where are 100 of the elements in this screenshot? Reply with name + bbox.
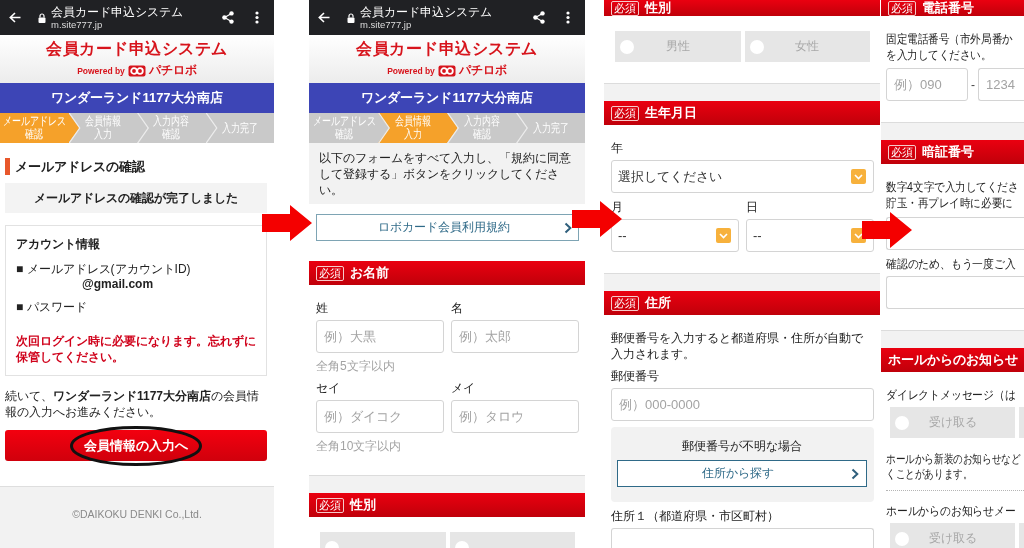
radio-circle-icon — [749, 39, 764, 54]
section-title: 電話番号 — [922, 0, 974, 16]
radio-circle-icon — [895, 415, 909, 430]
text-input[interactable]: 例）タロウ — [451, 400, 579, 433]
field-label: 郵便番号 — [611, 368, 660, 384]
radio-option[interactable] — [1019, 407, 1024, 438]
brand-name: パチロボ — [458, 63, 507, 78]
progress-step: 会員情報 入力 — [378, 113, 447, 143]
powered-by-text: Powered by — [77, 65, 125, 76]
hint-text: 全角5文字以内 — [316, 359, 396, 374]
text-input[interactable]: 例）太郎 — [451, 320, 579, 353]
more-options-icon[interactable] — [255, 11, 259, 24]
completion-notice: メールアドレスの確認が完了しました — [5, 183, 267, 213]
info-label: ■ パスワード — [16, 299, 88, 315]
arrow-right-icon — [862, 212, 912, 248]
hint-text: 全角10文字以内 — [316, 439, 403, 454]
arrow-right-icon — [572, 201, 622, 237]
section-title: 暗証番号 — [922, 144, 974, 160]
back-arrow-icon[interactable] — [9, 12, 21, 23]
required-badge: 必須 — [611, 105, 639, 121]
url-text: m.site777.jp — [360, 19, 412, 30]
more-options-icon[interactable] — [566, 11, 570, 24]
field-label: メイ — [451, 380, 476, 396]
radio-option[interactable] — [320, 532, 446, 548]
account-email: @gmail.com — [81, 277, 155, 291]
dropdown-select[interactable]: 選択してください — [611, 160, 874, 193]
field-label: ダイレクトメッセージ（は — [886, 387, 1016, 403]
text-input[interactable]: 例）大黒 — [316, 320, 444, 353]
store-banner: ワンダーランド1177大分南店 — [309, 83, 585, 113]
guide-text: 続いて、ワンダーランド1177大分南店の会員情報の入力へお進みください。 — [5, 388, 261, 420]
text-input[interactable]: 例）090 — [886, 68, 968, 101]
url-text: m.site777.jp — [51, 19, 103, 30]
text-input[interactable] — [886, 276, 1024, 309]
share-icon[interactable] — [222, 11, 234, 24]
arrow-right-icon — [262, 205, 312, 241]
info-label: ■ メールアドレス(アカウントID) — [16, 261, 192, 277]
site-title: 会員カード申込システム — [356, 39, 538, 59]
section-title: 住所 — [645, 295, 671, 311]
note-text: ホールから新装のお知らせなど くことがあります。 — [886, 452, 1021, 482]
text-input[interactable] — [886, 217, 1024, 250]
section-title: ホールからのお知らせ — [888, 352, 1018, 368]
text-input[interactable]: 1234 — [978, 68, 1024, 101]
field-label: セイ — [316, 380, 341, 396]
warning-text: 次回ログイン時に必要になります。忘れずに保管してください。 — [16, 333, 257, 365]
lookup-title: 郵便番号が不明な場合 — [681, 438, 803, 454]
copyright-text: ©DAIKOKU DENKI Co.,Ltd. — [72, 508, 202, 520]
site-title: 会員カード申込システム — [46, 39, 228, 59]
brand-name: パチロボ — [148, 63, 197, 78]
instruction-text: 以下のフォームをすべて入力し、「規約に同意して登録する」ボタンをクリックしてください。 — [309, 143, 585, 204]
dropdown-select[interactable]: -- — [746, 219, 874, 252]
text-input[interactable]: 例）ダイコク — [316, 400, 444, 433]
separator-text: - — [971, 77, 975, 92]
text-input[interactable]: 例）000-0000 — [611, 388, 874, 421]
radio-option[interactable] — [449, 532, 575, 548]
progress-step: メールアドレス 確認 — [0, 113, 69, 143]
page-title: 会員カード申込システム — [360, 5, 492, 19]
card-title: アカウント情報 — [16, 236, 101, 252]
share-icon[interactable] — [533, 11, 545, 24]
brand-logo-icon — [437, 64, 456, 77]
field-label: 住所１（都道府県・市区町村） — [611, 508, 780, 524]
radio-circle-icon — [895, 531, 909, 546]
required-badge: 必須 — [888, 144, 916, 160]
brand-logo-icon — [127, 64, 146, 77]
chevron-down-icon — [851, 169, 866, 184]
required-badge: 必須 — [611, 0, 639, 16]
required-badge: 必須 — [611, 295, 639, 311]
lock-icon — [347, 12, 355, 23]
radio-circle-icon — [620, 39, 634, 54]
field-label: ホールからのお知らせメー — [886, 503, 1016, 519]
store-banner: ワンダーランド1177大分南店 — [0, 83, 274, 113]
description-text: 郵便番号を入力すると都道府県・住所が自動で入力されます。 — [611, 330, 864, 362]
field-label: 月 — [611, 199, 624, 215]
field-label: 年 — [611, 140, 624, 156]
description-text: 数字4文字で入力してくださ 貯玉・再プレイ時に必要に — [886, 179, 1019, 211]
field-label: 名 — [451, 300, 464, 316]
terms-link-button[interactable]: ロボカード会員利用規約 — [316, 214, 579, 241]
required-badge: 必須 — [316, 265, 344, 281]
required-badge: 必須 — [316, 497, 344, 513]
field-label: 姓 — [316, 300, 329, 316]
lock-icon — [38, 12, 46, 23]
section-title: 性別 — [645, 0, 671, 16]
required-badge: 必須 — [888, 0, 916, 16]
field-label: 日 — [746, 199, 759, 215]
chevron-right-icon — [851, 467, 859, 480]
page-title: 会員カード申込システム — [51, 5, 183, 19]
radio-option[interactable] — [1019, 523, 1024, 548]
description-text: 固定電話番号（市外局番か を入力してください。 — [886, 31, 1013, 63]
back-arrow-icon[interactable] — [318, 12, 330, 23]
section-title: お名前 — [350, 265, 389, 281]
chevron-down-icon — [716, 228, 731, 243]
powered-by-text: Powered by — [387, 65, 435, 76]
dropdown-select[interactable]: -- — [611, 219, 739, 252]
address-search-button[interactable]: 住所から探す — [617, 460, 867, 487]
section-title: 性別 — [350, 497, 376, 513]
text-input[interactable] — [611, 528, 874, 548]
field-label: 確認のため、もう一度ご入 — [886, 256, 1016, 272]
section-heading: メールアドレスの確認 — [5, 158, 267, 175]
section-title: 生年月日 — [645, 105, 697, 121]
chevron-right-icon — [564, 221, 572, 234]
next-button[interactable]: 会員情報の入力へ — [5, 430, 267, 461]
